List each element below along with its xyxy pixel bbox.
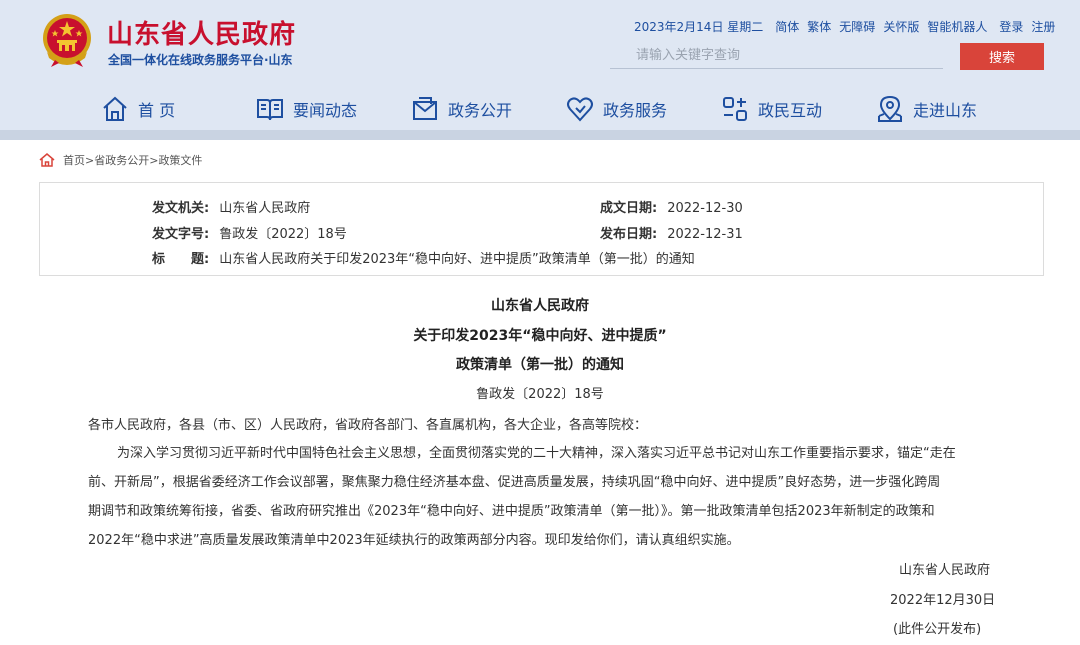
breadcrumb-separator: > bbox=[149, 153, 159, 167]
book-icon bbox=[257, 99, 283, 121]
nav-label: 政务公开 bbox=[448, 101, 513, 120]
meta-label: 标 题: bbox=[152, 252, 210, 267]
meta-issuer: 发文机关: 山东省人民政府 bbox=[152, 197, 310, 216]
register-link[interactable]: 注册 bbox=[1031, 18, 1055, 35]
document-meta-box: 发文机关: 山东省人民政府 成文日期: 2022-12-30 发文字号: 鲁政发〔20… bbox=[39, 182, 1044, 276]
breadcrumb: 首页 > 省政务公开 > 政策文件 bbox=[39, 152, 202, 168]
nav-item-news[interactable]: 要闻动态 bbox=[255, 90, 410, 128]
article-signature: 山东省人民政府 bbox=[899, 563, 991, 578]
home-icon bbox=[103, 96, 127, 121]
article-title-line-1: 山东省人民政府 bbox=[491, 298, 589, 314]
nav-label: 首 页 bbox=[138, 101, 176, 120]
search-input[interactable] bbox=[610, 43, 943, 69]
meta-value: 2022-12-31 bbox=[667, 227, 743, 242]
nav-item-gov-open[interactable]: 政务公开 bbox=[410, 90, 565, 128]
site-title[interactable]: 山东省人民政府 bbox=[107, 14, 296, 51]
link-accessibility[interactable]: 无障碍 bbox=[839, 18, 875, 35]
heart-icon bbox=[567, 97, 593, 122]
national-emblem-icon bbox=[43, 14, 91, 67]
meta-label: 发文机关: bbox=[152, 201, 210, 216]
article-title-line-3: 政策清单（第一批）的通知 bbox=[456, 357, 624, 373]
article-sign-date: 2022年12月30日 bbox=[890, 593, 996, 608]
article-body-line: 期调节和政策统筹衔接，省委、省政府研究推出《2023年“稳中向好、进中提质”政策… bbox=[88, 504, 935, 519]
breadcrumb-separator: > bbox=[85, 153, 95, 167]
meta-doc-no: 发文字号: 鲁政发〔2022〕18号 bbox=[152, 223, 347, 242]
article-title-line-2: 关于印发2023年“稳中向好、进中提质” bbox=[413, 328, 667, 344]
article-body-line: 前、开新局”，根据省委经济工作会议部署，聚焦聚力稳住经济基本盘、促进高质量发展，… bbox=[88, 475, 941, 490]
location-icon bbox=[878, 95, 902, 122]
meta-publish-date: 发布日期: 2022-12-31 bbox=[600, 223, 743, 242]
nav-label: 走进山东 bbox=[913, 101, 978, 120]
meta-value: 山东省人民政府 bbox=[219, 201, 311, 216]
nav-label: 要闻动态 bbox=[293, 101, 358, 120]
article-salutation: 各市人民政府，各县（市、区）人民政府，省政府各部门、各直属机构，各大企业，各高等… bbox=[88, 418, 648, 433]
meta-value: 2022-12-30 bbox=[667, 201, 743, 216]
nav-item-gov-service[interactable]: 政务服务 bbox=[565, 90, 720, 128]
meta-label: 发文字号: bbox=[152, 227, 210, 242]
site-header: 山东省人民政府 全国一体化在线政务服务平台·山东 2023年2月14日 星期二 … bbox=[0, 0, 1080, 140]
article-body-line: 为深入学习贯彻习近平新时代中国特色社会主义思想，全面贯彻落实党的二十大精神，深入… bbox=[117, 446, 956, 461]
site-subtitle: 全国一体化在线政务服务平台·山东 bbox=[108, 53, 293, 67]
interaction-icon bbox=[723, 97, 747, 121]
nav-label: 政务服务 bbox=[603, 101, 668, 120]
article-body-line: 2022年“稳中求进”高质量发展政策清单中2023年延续执行的政策两部分内容。现… bbox=[88, 533, 740, 548]
meta-value: 鲁政发〔2022〕18号 bbox=[219, 227, 347, 242]
link-care-version[interactable]: 关怀版 bbox=[883, 18, 919, 35]
link-simplified[interactable]: 简体 bbox=[775, 18, 799, 35]
link-traditional[interactable]: 繁体 bbox=[807, 18, 831, 35]
mail-icon bbox=[413, 97, 437, 120]
article-doc-no: 鲁政发〔2022〕18号 bbox=[476, 387, 604, 402]
breadcrumb-policy-docs[interactable]: 政策文件 bbox=[158, 152, 202, 168]
current-date: 2023年2月14日 星期二 bbox=[634, 20, 764, 34]
link-robot[interactable]: 智能机器人 bbox=[927, 18, 987, 35]
article-publish-note: (此件公开发布) bbox=[893, 622, 982, 637]
breadcrumb-home[interactable]: 首页 bbox=[63, 152, 85, 168]
nav-label: 政民互动 bbox=[758, 101, 823, 120]
meta-label: 发布日期: bbox=[600, 227, 658, 242]
meta-label: 成文日期: bbox=[600, 201, 658, 216]
search-button[interactable]: 搜索 bbox=[960, 43, 1044, 70]
nav-item-interaction[interactable]: 政民互动 bbox=[720, 90, 875, 128]
meta-title: 标 题: 山东省人民政府关于印发2023年“稳中向好、进中提质”政策清单（第一批）… bbox=[152, 248, 695, 267]
main-nav: 首 页 要闻动态 政务公开 政务服务 政民互动 走进山东 bbox=[100, 90, 1025, 128]
nav-item-home[interactable]: 首 页 bbox=[100, 90, 255, 128]
top-links: 2023年2月14日 星期二 简体 繁体 无障碍 关怀版 智能机器人 登录 注册 bbox=[634, 18, 1055, 35]
meta-written-date: 成文日期: 2022-12-30 bbox=[600, 197, 743, 216]
breadcrumb-gov-open[interactable]: 省政务公开 bbox=[94, 152, 149, 168]
home-icon[interactable] bbox=[39, 153, 55, 167]
header-divider bbox=[0, 130, 1080, 140]
meta-value: 山东省人民政府关于印发2023年“稳中向好、进中提质”政策清单（第一批）的通知 bbox=[219, 252, 695, 267]
nav-item-about-shandong[interactable]: 走进山东 bbox=[875, 90, 1025, 128]
login-link[interactable]: 登录 bbox=[999, 18, 1023, 35]
